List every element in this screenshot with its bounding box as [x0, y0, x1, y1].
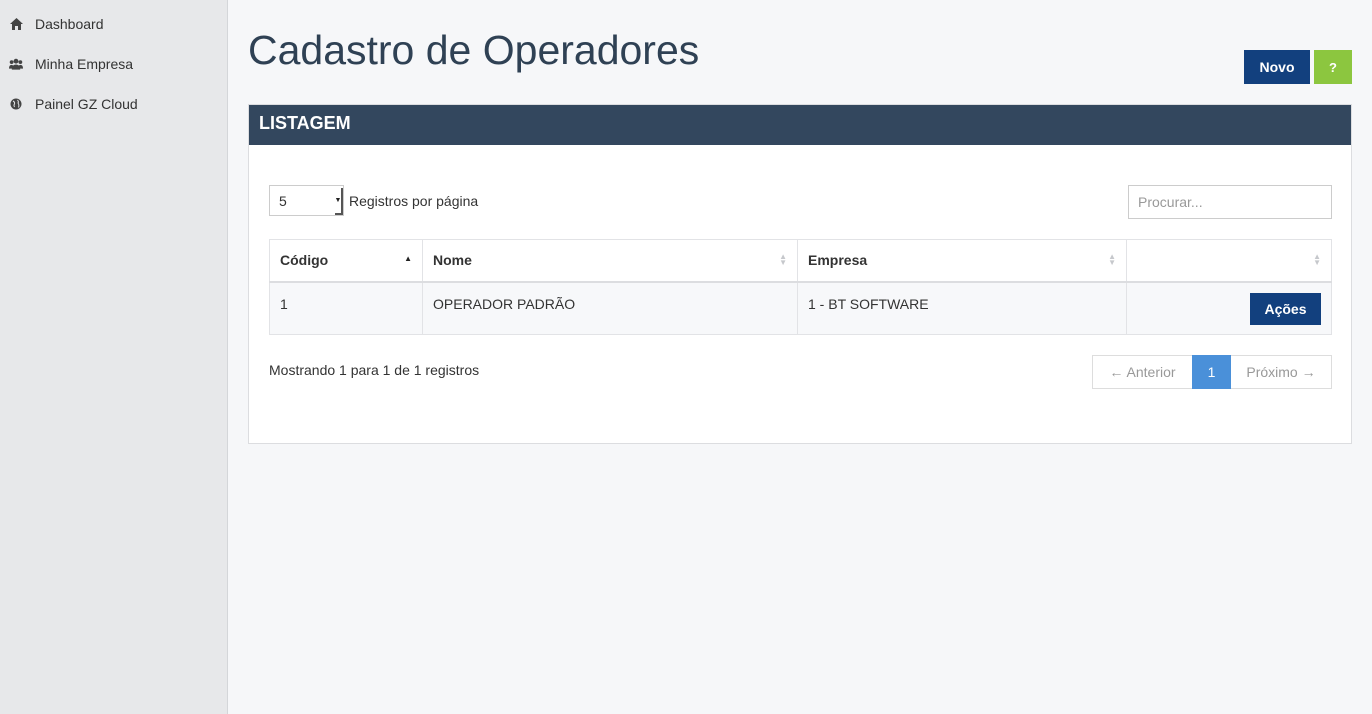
sort-icon: ▲ ▼: [1108, 252, 1116, 267]
sidebar-item-label: Dashboard: [35, 16, 104, 32]
search-input[interactable]: [1128, 185, 1332, 219]
cell-actions: Ações: [1126, 281, 1332, 335]
column-header-empresa[interactable]: Empresa ▲ ▼: [797, 239, 1127, 283]
users-icon: [9, 57, 23, 71]
panel-title: LISTAGEM: [249, 105, 1351, 145]
column-header-nome[interactable]: Nome ▲ ▼: [422, 239, 798, 283]
sidebar-item-minha-empresa[interactable]: Minha Empresa: [0, 44, 227, 84]
column-header-actions[interactable]: ▲ ▼: [1126, 239, 1332, 283]
cell-codigo: 1: [269, 281, 423, 335]
sidebar-item-dashboard[interactable]: Dashboard: [0, 4, 227, 44]
operators-table: Código ▲ Nome ▲ ▼ Empresa ▲ ▼ ▲ ▼ 1 OPER…: [269, 239, 1332, 335]
home-icon: [9, 17, 23, 31]
records-info: Mostrando 1 para 1 de 1 registros: [269, 362, 480, 378]
next-page-button[interactable]: Próximo →: [1231, 355, 1332, 389]
sidebar-item-label: Painel GZ Cloud: [35, 96, 138, 112]
cell-nome: OPERADOR PADRÃO: [422, 281, 798, 335]
sort-asc-icon: ▲: [404, 254, 412, 263]
table-row: 1 OPERADOR PADRÃO 1 - BT SOFTWARE Ações: [269, 281, 1332, 335]
per-page-control: 5 ▼ Registros por página: [269, 185, 478, 216]
sidebar-item-painel-gz-cloud[interactable]: Painel GZ Cloud: [0, 84, 227, 124]
acoes-button[interactable]: Ações: [1250, 292, 1321, 325]
per-page-select[interactable]: 5 ▼: [269, 185, 344, 216]
per-page-value: 5: [279, 192, 287, 209]
sidebar: Dashboard Minha Empresa Painel GZ Cloud: [0, 0, 228, 714]
sort-icon: ▲ ▼: [779, 252, 787, 267]
page-1-button[interactable]: 1: [1192, 355, 1231, 389]
pagination: ← Anterior 1 Próximo →: [1092, 355, 1332, 389]
chevron-down-icon: ▼: [335, 188, 343, 215]
cell-empresa: 1 - BT SOFTWARE: [797, 281, 1127, 335]
novo-button[interactable]: Novo: [1244, 50, 1310, 84]
previous-page-button[interactable]: ← Anterior: [1092, 355, 1192, 389]
sort-icon: ▲ ▼: [1313, 252, 1321, 267]
help-button[interactable]: ?: [1314, 50, 1352, 84]
page-title: Cadastro de Operadores: [248, 27, 700, 73]
globe-icon: [9, 97, 23, 111]
sidebar-item-label: Minha Empresa: [35, 56, 134, 72]
listagem-panel: LISTAGEM 5 ▼ Registros por página Código…: [248, 104, 1352, 444]
column-header-codigo[interactable]: Código ▲: [269, 239, 423, 283]
table-header-row: Código ▲ Nome ▲ ▼ Empresa ▲ ▼ ▲ ▼: [269, 239, 1332, 283]
per-page-label: Registros por página: [349, 192, 479, 209]
